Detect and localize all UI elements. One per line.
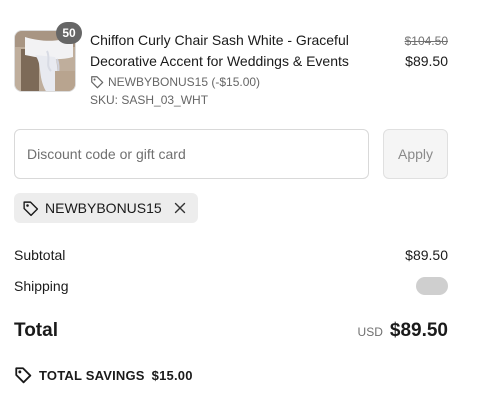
item-discount-label: NEWBYBONUS15 (-$15.00) (108, 75, 261, 89)
product-sku: SKU: SASH_03_WHT (90, 93, 209, 107)
close-icon (174, 202, 185, 214)
total-savings-value: $15.00 (151, 367, 193, 383)
total-amount: USD $89.50 (358, 320, 448, 342)
apply-button[interactable]: Apply (383, 129, 448, 179)
quantity-badge: 50 (56, 22, 82, 44)
total-label: Total (14, 320, 58, 341)
tag-icon (23, 200, 39, 216)
discount-code-input[interactable] (14, 129, 369, 179)
tag-icon (91, 76, 104, 89)
applied-discount-code: NEWBYBONUS15 (45, 200, 162, 216)
product-title: Chiffon Curly Chair Sash White - Gracefu… (90, 32, 349, 69)
item-info: Chiffon Curly Chair Sash White - Gracefu… (90, 30, 358, 108)
subtotal-value: $89.50 (405, 247, 448, 263)
subtotal-row: Subtotal $89.50 (14, 245, 448, 265)
line-item: 50 Chiffon Curly Chair Sash White - Grac… (14, 22, 454, 110)
total-row: Total USD $89.50 (14, 318, 448, 344)
original-price: $104.50 (404, 34, 448, 48)
final-price: $89.50 (405, 53, 448, 69)
shipping-label: Shipping (14, 278, 69, 294)
total-value: $89.50 (389, 320, 448, 341)
subtotal-label: Subtotal (14, 247, 66, 263)
currency-code: USD (357, 325, 383, 339)
item-prices: $104.50 $89.50 (405, 33, 448, 71)
tag-icon (15, 367, 32, 384)
total-savings-label: TOTAL SAVINGS (39, 367, 145, 383)
shipping-row: Shipping (14, 276, 448, 296)
total-savings: TOTAL SAVINGS $15.00 (14, 366, 193, 384)
item-discount: NEWBYBONUS15 (-$15.00) (90, 74, 358, 90)
shipping-value-placeholder (416, 277, 448, 295)
product-thumbnail-wrap: 50 (14, 22, 82, 92)
applied-discount-chip: NEWBYBONUS15 (14, 193, 198, 223)
remove-discount-button[interactable] (172, 200, 188, 216)
